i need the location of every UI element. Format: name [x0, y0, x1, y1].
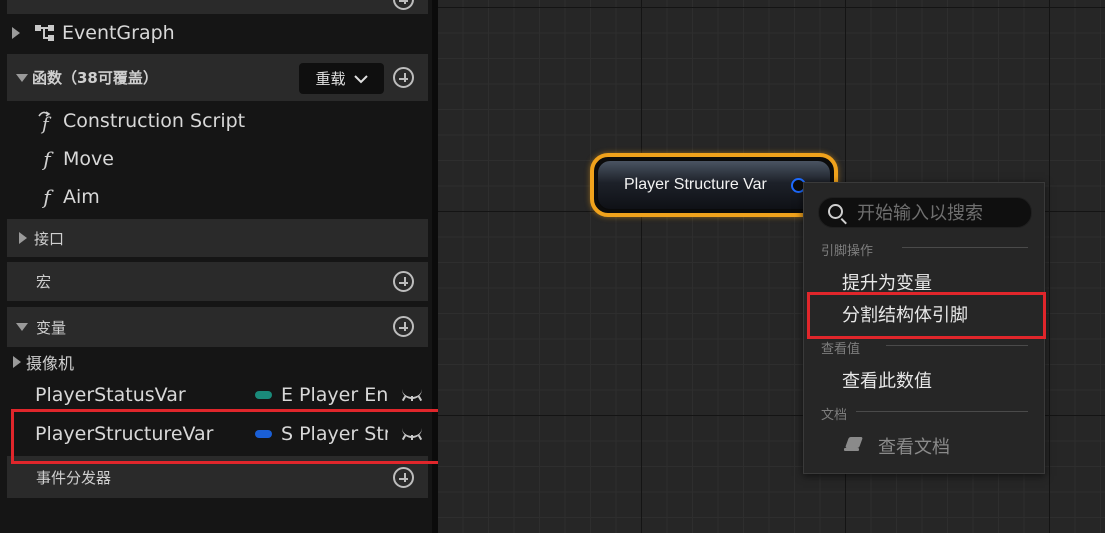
function-icon: f	[43, 147, 51, 171]
eye-closed-icon[interactable]	[400, 389, 424, 402]
category-label: 摄像机	[26, 354, 75, 373]
search-box[interactable]	[818, 197, 1032, 228]
top-section-partial	[7, 0, 428, 14]
variable-name: PlayerStatusVar	[35, 384, 186, 406]
menu-section-header: 引脚操作	[821, 244, 874, 259]
collapse-arrow-icon[interactable]	[16, 73, 28, 82]
add-icon[interactable]	[393, 0, 414, 10]
variables-header-label: 变量	[36, 318, 67, 337]
graph-icon	[35, 25, 54, 41]
function-label: Move	[63, 148, 114, 170]
macros-header-label: 宏	[36, 273, 52, 291]
variable-get-node[interactable]: Player Structure Var	[590, 153, 838, 217]
variable-highlight-box	[11, 409, 441, 464]
function-item[interactable]: f Aim	[34, 182, 466, 212]
override-dropdown[interactable]: 重载	[299, 63, 384, 94]
function-item[interactable]: f Move	[34, 144, 466, 174]
function-label: Aim	[63, 186, 100, 208]
search-input[interactable]	[857, 201, 1027, 225]
expand-arrow-icon[interactable]	[13, 356, 21, 368]
interfaces-header-label: 接口	[34, 229, 65, 248]
expand-arrow-icon[interactable]	[12, 27, 20, 39]
menu-divider	[902, 247, 1028, 248]
menu-divider	[856, 411, 1028, 412]
event-graph-item[interactable]: EventGraph	[12, 18, 444, 48]
watch-value-item[interactable]: 查看此数值	[842, 367, 932, 393]
menu-divider	[886, 345, 1028, 346]
chevron-down-icon	[353, 74, 368, 83]
collapse-arrow-icon[interactable]	[16, 323, 28, 331]
add-dispatcher-icon[interactable]	[393, 467, 414, 488]
expand-arrow-icon[interactable]	[19, 232, 27, 244]
documentation-icon	[844, 436, 864, 452]
variable-category[interactable]: 摄像机	[13, 350, 445, 374]
menu-section-header: 文档	[821, 408, 848, 423]
view-documentation-item[interactable]: 查看文档	[878, 433, 950, 459]
override-label: 重载	[315, 70, 346, 88]
variable-item[interactable]: PlayerStatusVar E Player Enu	[35, 380, 435, 410]
menu-section-header: 查看值	[821, 342, 861, 357]
node-title: Player Structure Var	[624, 176, 767, 193]
variable-type-pin-icon	[255, 391, 272, 399]
add-variable-icon[interactable]	[393, 316, 414, 337]
search-icon	[828, 204, 843, 219]
functions-header-label: 函数（38可覆盖）	[32, 69, 158, 87]
interfaces-section-header[interactable]: 接口	[7, 219, 428, 257]
function-icon: f	[43, 185, 51, 209]
function-label: Construction Script	[63, 110, 246, 132]
add-macro-icon[interactable]	[393, 271, 414, 292]
variable-type: E Player Enu	[281, 384, 388, 406]
function-item[interactable]: f Construction Script	[34, 106, 466, 136]
svg-text:f: f	[40, 114, 52, 134]
construction-function-icon: f	[38, 111, 52, 134]
event-graph-label: EventGraph	[62, 22, 175, 44]
dispatchers-header-label: 事件分发器	[36, 468, 112, 487]
add-function-icon[interactable]	[393, 67, 414, 88]
macros-section-header[interactable]: 宏	[7, 262, 428, 301]
menu-highlight-box	[807, 292, 1046, 339]
variables-section-header[interactable]: 变量	[7, 307, 428, 347]
functions-section-header[interactable]: 函数（38可覆盖） 重载	[7, 54, 428, 101]
